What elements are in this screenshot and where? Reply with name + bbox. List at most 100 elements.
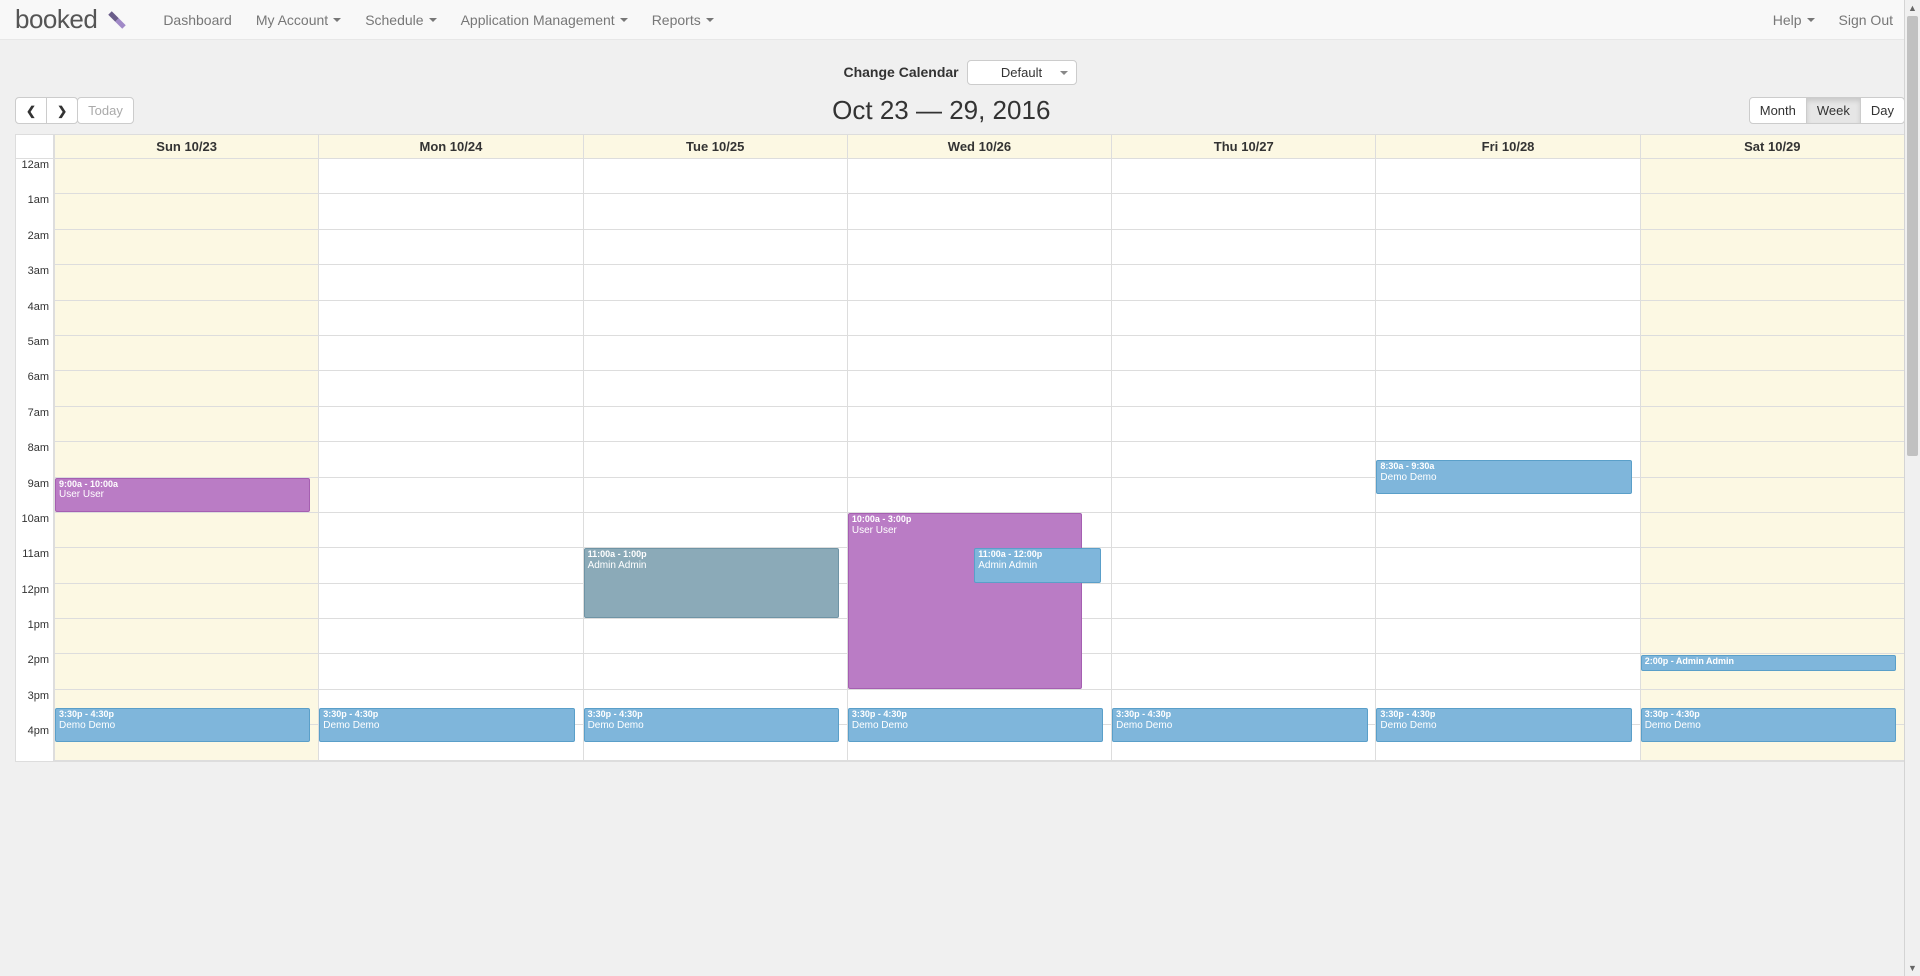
time-slot[interactable] — [1376, 407, 1639, 442]
time-slot[interactable] — [1376, 194, 1639, 229]
time-slot[interactable] — [319, 478, 582, 513]
time-slot[interactable] — [1376, 230, 1639, 265]
time-slot[interactable] — [319, 265, 582, 300]
nav-reports[interactable]: Reports — [640, 2, 726, 38]
time-slot[interactable] — [55, 194, 318, 229]
day-header[interactable]: Tue 10/25 — [583, 135, 847, 158]
time-slot[interactable] — [55, 619, 318, 654]
time-slot[interactable] — [1112, 548, 1375, 583]
time-slot[interactable] — [1641, 442, 1904, 477]
time-slot[interactable] — [319, 442, 582, 477]
time-slot[interactable] — [319, 548, 582, 583]
time-slot[interactable] — [584, 230, 847, 265]
time-slot[interactable] — [584, 159, 847, 194]
time-slot[interactable] — [55, 584, 318, 619]
day-header[interactable]: Fri 10/28 — [1375, 135, 1639, 158]
time-slot[interactable] — [55, 513, 318, 548]
time-slot[interactable] — [55, 336, 318, 371]
view-week-button[interactable]: Week — [1806, 97, 1861, 124]
time-slot[interactable] — [584, 336, 847, 371]
time-slot[interactable] — [1376, 371, 1639, 406]
time-slot[interactable] — [55, 442, 318, 477]
time-slot[interactable] — [1641, 584, 1904, 619]
time-slot[interactable] — [584, 194, 847, 229]
time-slot[interactable] — [55, 159, 318, 194]
day-header[interactable]: Sun 10/23 — [54, 135, 318, 158]
time-slot[interactable] — [584, 513, 847, 548]
time-slot[interactable] — [1376, 619, 1639, 654]
time-slot[interactable] — [1112, 407, 1375, 442]
time-slot[interactable] — [584, 371, 847, 406]
time-slot[interactable] — [1376, 159, 1639, 194]
calendar-event[interactable]: 9:00a - 10:00aUser User — [55, 478, 310, 512]
time-slot[interactable] — [584, 301, 847, 336]
day-column[interactable]: 8:30a - 9:30aDemo Demo3:30p - 4:30pDemo … — [1375, 159, 1639, 761]
calendar-select[interactable]: Default — [967, 60, 1077, 85]
day-column[interactable]: 3:30p - 4:30pDemo Demo — [1111, 159, 1375, 761]
time-slot[interactable] — [1112, 194, 1375, 229]
time-slot[interactable] — [584, 407, 847, 442]
calendar-event[interactable]: 11:00a - 1:00pAdmin Admin — [584, 548, 839, 618]
calendar-event[interactable]: 3:30p - 4:30pDemo Demo — [55, 708, 310, 742]
time-slot[interactable] — [55, 301, 318, 336]
time-slot[interactable] — [319, 654, 582, 689]
day-header[interactable]: Sat 10/29 — [1640, 135, 1904, 158]
time-slot[interactable] — [319, 301, 582, 336]
nav-my-account[interactable]: My Account — [244, 2, 353, 38]
time-slot[interactable] — [1641, 478, 1904, 513]
time-slot[interactable] — [1641, 301, 1904, 336]
time-slot[interactable] — [1112, 478, 1375, 513]
vertical-scrollbar[interactable]: ▲ ▼ — [1904, 0, 1920, 976]
time-slot[interactable] — [319, 584, 582, 619]
view-day-button[interactable]: Day — [1860, 97, 1905, 124]
day-column[interactable]: 2:00p - Admin Admin3:30p - 4:30pDemo Dem… — [1640, 159, 1904, 761]
time-slot[interactable] — [1641, 371, 1904, 406]
time-slot[interactable] — [584, 654, 847, 689]
time-slot[interactable] — [1112, 301, 1375, 336]
day-header[interactable]: Wed 10/26 — [847, 135, 1111, 158]
time-slot[interactable] — [848, 407, 1111, 442]
time-slot[interactable] — [1376, 513, 1639, 548]
nav-app-mgmt[interactable]: Application Management — [449, 2, 640, 38]
time-slot[interactable] — [848, 301, 1111, 336]
time-slot[interactable] — [1376, 654, 1639, 689]
time-slot[interactable] — [55, 654, 318, 689]
view-month-button[interactable]: Month — [1749, 97, 1807, 124]
time-slot[interactable] — [319, 230, 582, 265]
time-slot[interactable] — [55, 548, 318, 583]
time-slot[interactable] — [1641, 336, 1904, 371]
time-slot[interactable] — [1641, 265, 1904, 300]
time-slot[interactable] — [55, 265, 318, 300]
time-slot[interactable] — [55, 230, 318, 265]
time-slot[interactable] — [848, 478, 1111, 513]
prev-button[interactable]: ❮ — [15, 97, 47, 124]
time-slot[interactable] — [1641, 619, 1904, 654]
day-column[interactable]: 9:00a - 10:00aUser User 3:30p - 4:30pDemo… — [54, 159, 318, 761]
time-slot[interactable] — [1376, 548, 1639, 583]
scrollbar-thumb[interactable] — [1907, 16, 1918, 456]
calendar-event[interactable]: 10:00a - 3:00pUser User — [848, 513, 1082, 689]
time-slot[interactable] — [584, 442, 847, 477]
time-slot[interactable] — [1376, 336, 1639, 371]
time-slot[interactable] — [1641, 407, 1904, 442]
time-slot[interactable] — [1376, 301, 1639, 336]
time-slot[interactable] — [1641, 194, 1904, 229]
time-slot[interactable] — [55, 371, 318, 406]
time-slot[interactable] — [1641, 230, 1904, 265]
nav-schedule[interactable]: Schedule — [353, 2, 448, 38]
time-slot[interactable] — [848, 230, 1111, 265]
day-column[interactable]: 10:00a - 3:00pUser User11:00a - 12:00pAd… — [847, 159, 1111, 761]
time-slot[interactable] — [319, 371, 582, 406]
calendar-event[interactable]: 3:30p - 4:30pDemo Demo — [1641, 708, 1896, 742]
nav-help[interactable]: Help — [1761, 2, 1827, 38]
time-slot[interactable] — [319, 513, 582, 548]
time-slot[interactable] — [1112, 619, 1375, 654]
time-slot[interactable] — [584, 478, 847, 513]
calendar-event[interactable]: 3:30p - 4:30pDemo Demo — [319, 708, 574, 742]
time-slot[interactable] — [1112, 159, 1375, 194]
nav-dashboard[interactable]: Dashboard — [151, 2, 244, 38]
time-slot[interactable] — [848, 194, 1111, 229]
time-slot[interactable] — [848, 442, 1111, 477]
time-slot[interactable] — [1112, 442, 1375, 477]
time-slot[interactable] — [584, 619, 847, 654]
